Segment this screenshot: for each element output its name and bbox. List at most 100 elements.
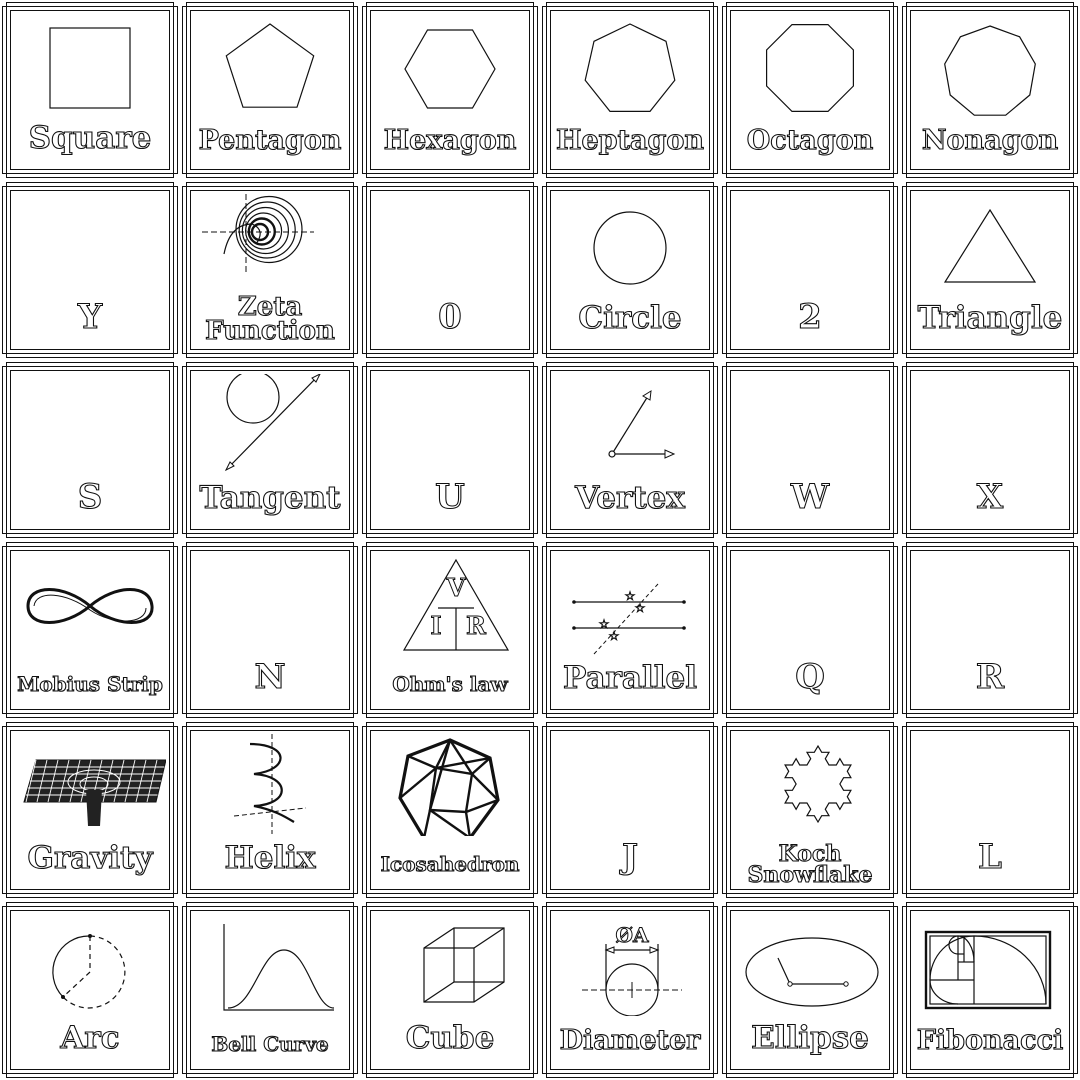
card-cube[interactable]: Cube bbox=[360, 900, 540, 1080]
card-y[interactable]: Y bbox=[0, 180, 180, 360]
card-0[interactable]: 0 bbox=[360, 180, 540, 360]
card-label: R bbox=[975, 657, 1005, 697]
card-n[interactable]: N bbox=[180, 540, 360, 720]
card-ohm-s-law[interactable]: V I R Ohm's law bbox=[360, 540, 540, 720]
card-label: X bbox=[976, 477, 1004, 517]
card-label: Q bbox=[795, 657, 826, 697]
pentagon-icon bbox=[194, 14, 346, 116]
card-tangent[interactable]: Tangent bbox=[180, 360, 360, 540]
bell-curve-icon bbox=[194, 914, 346, 1016]
card-circle[interactable]: Circle bbox=[540, 180, 720, 360]
card-label: 2 bbox=[798, 297, 823, 337]
card-label: Pentagon bbox=[198, 125, 342, 156]
card-label: Nonagon bbox=[921, 125, 1059, 156]
card-ellipse[interactable]: Ellipse bbox=[720, 900, 900, 1080]
diameter-label: ØA bbox=[616, 923, 649, 947]
card-label: Fibonacci bbox=[916, 1025, 1064, 1056]
card-label: Koch Snowflake bbox=[747, 841, 873, 889]
card-l[interactable]: L bbox=[900, 720, 1080, 900]
arc-icon bbox=[14, 914, 166, 1016]
card-label: Parallel bbox=[562, 660, 698, 696]
card-label: Circle bbox=[578, 300, 682, 336]
card-koch-snowflake[interactable]: Koch Snowflake bbox=[720, 720, 900, 900]
card-label: Zeta Function bbox=[205, 291, 336, 347]
card-label: Ohm's law bbox=[392, 672, 508, 696]
ohms-law-symbol: I bbox=[430, 611, 441, 640]
card-hexagon[interactable]: Hexagon bbox=[360, 0, 540, 180]
card-vertex[interactable]: Vertex bbox=[540, 360, 720, 540]
icosahedron-icon bbox=[374, 734, 526, 836]
card-pentagon[interactable]: Pentagon bbox=[180, 0, 360, 180]
vertex-icon bbox=[554, 374, 706, 476]
tangent-icon bbox=[194, 374, 346, 476]
card-label: Cube bbox=[405, 1020, 495, 1056]
card-label: 0 bbox=[438, 297, 463, 337]
card-r[interactable]: R bbox=[900, 540, 1080, 720]
card-label: Triangle bbox=[917, 300, 1063, 336]
zeta-function-icon bbox=[194, 194, 346, 296]
card-triangle[interactable]: Triangle bbox=[900, 180, 1080, 360]
gravity-well-icon bbox=[14, 734, 166, 836]
card-label: Arc bbox=[60, 1020, 120, 1056]
card-zeta-function[interactable]: Zeta Function bbox=[180, 180, 360, 360]
heptagon-icon bbox=[554, 14, 706, 116]
parallel-lines-icon: ☆ ☆ ☆ ☆ bbox=[554, 554, 706, 656]
circle-icon bbox=[554, 194, 706, 296]
card-label: Diameter bbox=[559, 1025, 701, 1056]
triangle-icon bbox=[914, 194, 1066, 296]
diameter-icon: ØA bbox=[554, 914, 706, 1016]
card-label: S bbox=[77, 477, 103, 517]
card-mobius-strip[interactable]: Mobius Strip bbox=[0, 540, 180, 720]
card-label: Icosahedron bbox=[380, 852, 520, 876]
hexagon-icon bbox=[374, 14, 526, 116]
card-label: Heptagon bbox=[555, 125, 705, 156]
card-label: Tangent bbox=[199, 480, 341, 516]
card-label: Gravity bbox=[27, 840, 153, 876]
card-label: U bbox=[435, 477, 466, 517]
card-fibonacci[interactable]: Fibonacci bbox=[900, 900, 1080, 1080]
card-label: Hexagon bbox=[383, 125, 517, 156]
ohms-law-symbol: R bbox=[466, 611, 487, 640]
card-nonagon[interactable]: Nonagon bbox=[900, 0, 1080, 180]
card-u[interactable]: U bbox=[360, 360, 540, 540]
card-square[interactable]: Square bbox=[0, 0, 180, 180]
card-label: Bell Curve bbox=[211, 1032, 329, 1056]
card-label: Mobius Strip bbox=[17, 672, 164, 696]
card-label: Octagon bbox=[746, 125, 874, 156]
card-arc[interactable]: Arc bbox=[0, 900, 180, 1080]
svg-text:☆: ☆ bbox=[609, 629, 620, 643]
fibonacci-spiral-icon bbox=[914, 914, 1066, 1016]
card-label: Y bbox=[77, 297, 103, 337]
mobius-strip-icon bbox=[14, 554, 166, 656]
card-heptagon[interactable]: Heptagon bbox=[540, 0, 720, 180]
card-q[interactable]: Q bbox=[720, 540, 900, 720]
card-bell-curve[interactable]: Bell Curve bbox=[180, 900, 360, 1080]
card-label: W bbox=[790, 477, 830, 517]
svg-text:☆: ☆ bbox=[635, 601, 646, 615]
card-parallel[interactable]: ☆ ☆ ☆ ☆ Parallel bbox=[540, 540, 720, 720]
koch-snowflake-icon bbox=[734, 734, 886, 836]
card-helix[interactable]: Helix bbox=[180, 720, 360, 900]
octagon-icon bbox=[734, 14, 886, 116]
square-icon bbox=[14, 14, 166, 116]
card-octagon[interactable]: Octagon bbox=[720, 0, 900, 180]
card-label: Vertex bbox=[575, 480, 686, 516]
ohms-law-symbol: V bbox=[446, 573, 466, 602]
card-2[interactable]: 2 bbox=[720, 180, 900, 360]
card-label: Helix bbox=[224, 840, 316, 876]
cube-icon bbox=[374, 914, 526, 1016]
card-w[interactable]: W bbox=[720, 360, 900, 540]
card-icosahedron[interactable]: Icosahedron bbox=[360, 720, 540, 900]
card-label: L bbox=[977, 837, 1002, 877]
nonagon-icon bbox=[914, 14, 1066, 116]
card-gravity[interactable]: Gravity bbox=[0, 720, 180, 900]
card-j[interactable]: J bbox=[540, 720, 720, 900]
card-x[interactable]: X bbox=[900, 360, 1080, 540]
helix-icon bbox=[194, 734, 346, 836]
card-diameter[interactable]: ØA Diameter bbox=[540, 900, 720, 1080]
card-label: Ellipse bbox=[751, 1020, 870, 1056]
card-label: Square bbox=[28, 120, 152, 156]
card-s[interactable]: S bbox=[0, 360, 180, 540]
ohms-law-icon: VIR bbox=[374, 554, 526, 656]
card-label: N bbox=[254, 657, 286, 697]
